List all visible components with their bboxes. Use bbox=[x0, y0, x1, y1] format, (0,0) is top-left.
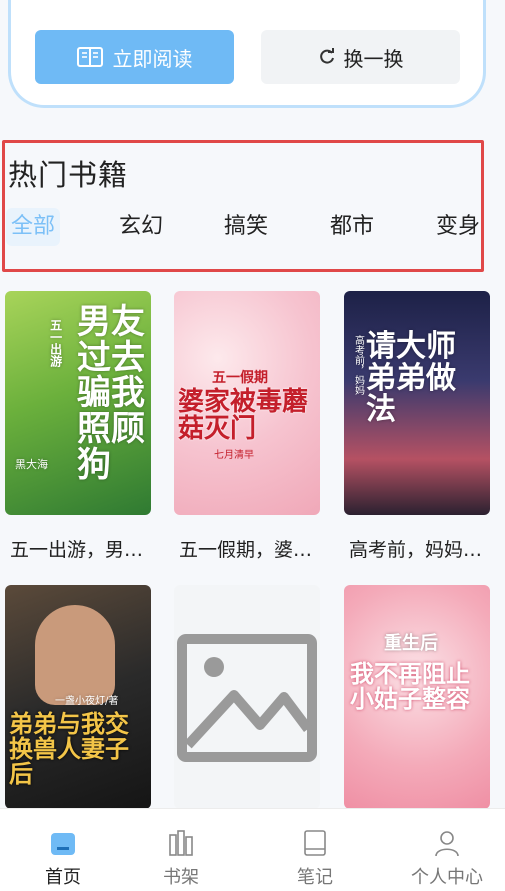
category-tabs: 全部 玄幻 搞笑 都市 变身 bbox=[0, 208, 484, 248]
nav-notes-label: 笔记 bbox=[297, 867, 333, 888]
tab-xuanhuan[interactable]: 玄幻 bbox=[119, 208, 163, 246]
book-cover[interactable]: 男友过去骗我照顾狗 五一出游 黑大海 bbox=[5, 291, 151, 515]
nav-notes[interactable]: 笔记 bbox=[252, 809, 378, 891]
tab-all[interactable]: 全部 bbox=[6, 208, 61, 246]
book-title[interactable]: 高考前，妈妈… bbox=[349, 535, 499, 562]
cover-author: 七月清早 bbox=[214, 450, 254, 461]
character-illustration bbox=[35, 605, 115, 705]
cover-subtitle: 五一假期 bbox=[212, 370, 268, 386]
book-title[interactable]: 五一出游，男… bbox=[10, 535, 160, 562]
image-placeholder-icon bbox=[177, 634, 317, 762]
tab-urban[interactable]: 都市 bbox=[330, 208, 374, 246]
book-card[interactable]: 弟弟与我交换兽人妻子后 一盏小夜灯/著 bbox=[5, 585, 151, 809]
section-title: 热门书籍 bbox=[8, 158, 129, 192]
tab-transform[interactable]: 变身 bbox=[436, 208, 480, 246]
user-icon bbox=[433, 829, 461, 857]
book-card[interactable]: 男友过去骗我照顾狗 五一出游 黑大海 五一出游，男… bbox=[5, 291, 151, 561]
nav-profile-label: 个人中心 bbox=[411, 867, 483, 888]
change-batch-button[interactable]: 换一换 bbox=[261, 30, 460, 84]
cover-title: 弟弟与我交换兽人妻子后 bbox=[9, 709, 129, 789]
refresh-icon bbox=[319, 48, 334, 64]
cover-subtitle: 五一出游 bbox=[48, 319, 63, 367]
nav-bookshelf-label: 书架 bbox=[163, 867, 199, 888]
book-open-icon bbox=[76, 47, 103, 67]
cover-title: 婆家被毒蘑菇灭门 bbox=[178, 387, 309, 445]
nav-home[interactable]: 首页 bbox=[0, 809, 126, 891]
cover-title: 男友过去骗我照顾狗 bbox=[77, 302, 145, 485]
cover-title: 请大师弟弟做法 bbox=[366, 329, 456, 427]
bookshelf-icon bbox=[167, 829, 195, 857]
home-icon bbox=[49, 829, 77, 857]
change-batch-label: 换一换 bbox=[343, 46, 404, 71]
cover-subtitle: 高考前，妈妈 bbox=[352, 335, 364, 395]
cover-author: 黑大海 bbox=[15, 458, 48, 471]
nav-profile[interactable]: 个人中心 bbox=[384, 809, 505, 891]
book-card[interactable]: 请大师弟弟做法 高考前，妈妈 高考前，妈妈… bbox=[344, 291, 490, 561]
cover-subtitle: 重生后 bbox=[384, 633, 438, 654]
book-cover-placeholder[interactable] bbox=[174, 585, 320, 809]
book-card[interactable]: 重生后 我不再阻止小姑子整容 bbox=[344, 585, 490, 809]
book-title[interactable]: 五一假期，婆… bbox=[179, 535, 329, 562]
book-cover[interactable]: 五一假期 婆家被毒蘑菇灭门 七月清早 bbox=[174, 291, 320, 515]
bottom-nav: 首页 书架 笔记 个人中心 bbox=[0, 808, 505, 891]
book-card[interactable]: 五一假期 婆家被毒蘑菇灭门 七月清早 五一假期，婆… bbox=[174, 291, 320, 561]
book-card[interactable] bbox=[174, 585, 320, 809]
read-now-label: 立即阅读 bbox=[112, 46, 193, 71]
nav-bookshelf[interactable]: 书架 bbox=[118, 809, 244, 891]
cover-title: 我不再阻止小姑子整容 bbox=[350, 659, 470, 714]
cover-author: 一盏小夜灯/著 bbox=[55, 696, 119, 707]
read-now-button[interactable]: 立即阅读 bbox=[35, 30, 234, 84]
tab-funny[interactable]: 搞笑 bbox=[224, 208, 268, 246]
book-cover[interactable]: 请大师弟弟做法 高考前，妈妈 bbox=[344, 291, 490, 515]
nav-home-label: 首页 bbox=[45, 867, 81, 888]
book-cover[interactable]: 重生后 我不再阻止小姑子整容 bbox=[344, 585, 490, 809]
notes-icon bbox=[301, 829, 329, 857]
book-cover[interactable]: 弟弟与我交换兽人妻子后 一盏小夜灯/著 bbox=[5, 585, 151, 809]
